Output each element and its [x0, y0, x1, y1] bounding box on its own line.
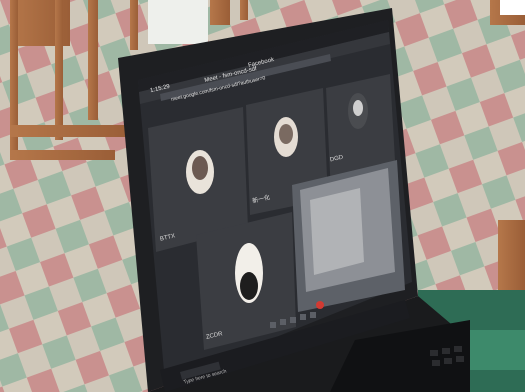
present-icon [300, 314, 306, 320]
mic-icon [270, 322, 276, 328]
window-glare [148, 0, 208, 44]
more-icon [310, 312, 316, 318]
hand-icon [290, 317, 296, 323]
end-call-icon [316, 301, 324, 309]
camera-icon [280, 319, 286, 325]
